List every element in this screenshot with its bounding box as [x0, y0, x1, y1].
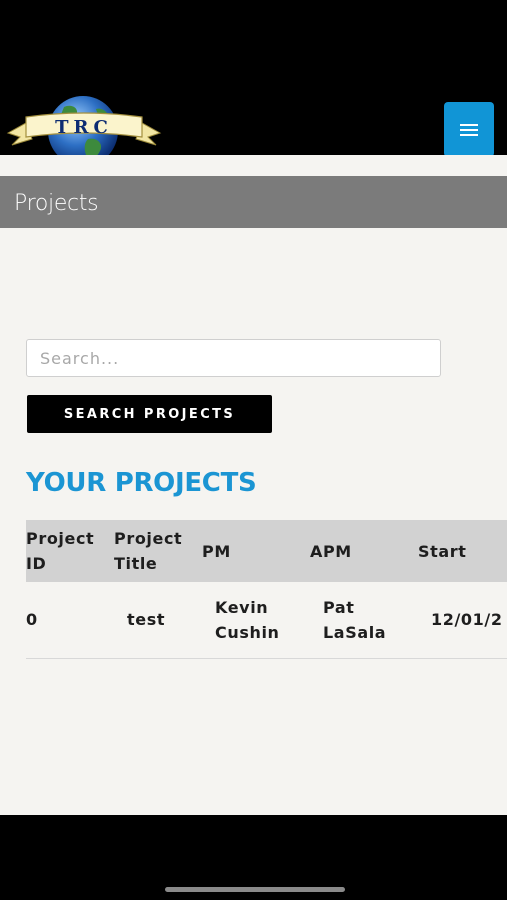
main-content: Projects SEARCH PROJECTS YOUR PROJECTS P… — [0, 155, 507, 815]
column-header-pm[interactable]: PM — [202, 520, 310, 582]
header-divider — [0, 155, 507, 176]
status-bar — [0, 0, 507, 95]
search-input[interactable] — [26, 339, 441, 377]
hamburger-menu-icon — [460, 123, 478, 136]
menu-button[interactable] — [444, 102, 494, 157]
cell-project-title[interactable]: test — [114, 582, 202, 658]
navigation-bar — [0, 815, 507, 900]
column-header-project-title[interactable]: Project Title — [114, 520, 202, 582]
home-indicator[interactable] — [165, 887, 345, 892]
cell-project-id: 0 — [26, 610, 38, 630]
app-header: TRC — [0, 95, 507, 166]
column-header-apm[interactable]: APM — [310, 520, 418, 582]
page-title: Projects — [14, 191, 99, 216]
table-header-row: Project ID Project Title PM APM Start — [26, 520, 507, 582]
page-title-bar: Projects — [0, 176, 507, 228]
svg-text:TRC: TRC — [55, 117, 113, 138]
projects-table-container[interactable]: Project ID Project Title PM APM Start 0 … — [26, 520, 507, 659]
column-header-project-id[interactable]: Project ID — [26, 520, 114, 582]
search-projects-button[interactable]: SEARCH PROJECTS — [27, 395, 272, 433]
table-row[interactable]: 0 test Kevin Cushin Pat LaSala 12/01/2 — [26, 582, 507, 658]
your-projects-heading: YOUR PROJECTS — [26, 468, 257, 498]
column-header-start[interactable]: Start — [418, 520, 507, 582]
projects-table: Project ID Project Title PM APM Start 0 … — [26, 520, 507, 659]
cell-start: 12/01/2 — [431, 610, 503, 630]
cell-pm: Kevin Cushin — [215, 597, 280, 642]
cell-apm: Pat LaSala — [323, 597, 387, 642]
